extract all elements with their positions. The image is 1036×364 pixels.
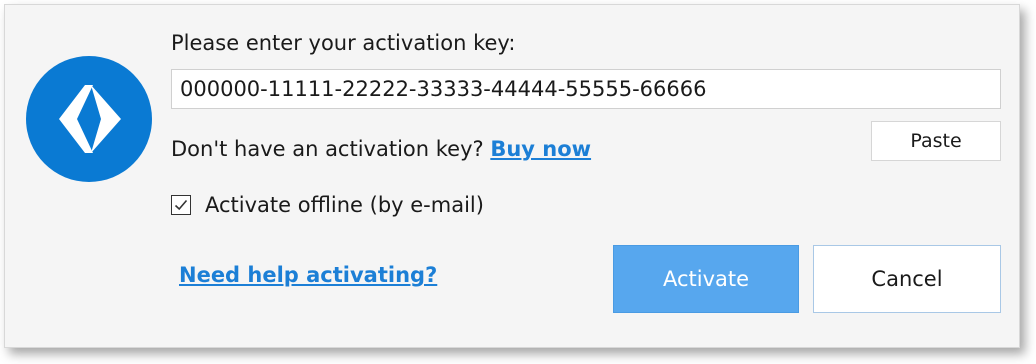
activate-offline-label: Activate offline (by e-mail) bbox=[205, 193, 484, 217]
cancel-button[interactable]: Cancel bbox=[813, 245, 1001, 313]
no-key-text: Don't have an activation key? bbox=[171, 137, 491, 161]
activation-key-prompt: Please enter your activation key: bbox=[171, 31, 516, 55]
paste-button[interactable]: Paste bbox=[871, 121, 1001, 161]
checkmark-icon bbox=[174, 199, 188, 211]
need-help-link[interactable]: Need help activating? bbox=[179, 263, 437, 287]
activate-button[interactable]: Activate bbox=[613, 245, 799, 313]
app-logo-icon bbox=[25, 55, 153, 183]
buy-now-link[interactable]: Buy now bbox=[490, 137, 591, 161]
activate-offline-checkbox[interactable] bbox=[171, 195, 191, 215]
activation-dialog: Please enter your activation key: Don't … bbox=[4, 4, 1020, 348]
activation-key-input[interactable] bbox=[171, 69, 1001, 109]
activate-offline-option: Activate offline (by e-mail) bbox=[171, 191, 484, 219]
no-key-row: Don't have an activation key? Buy now bbox=[171, 137, 591, 161]
